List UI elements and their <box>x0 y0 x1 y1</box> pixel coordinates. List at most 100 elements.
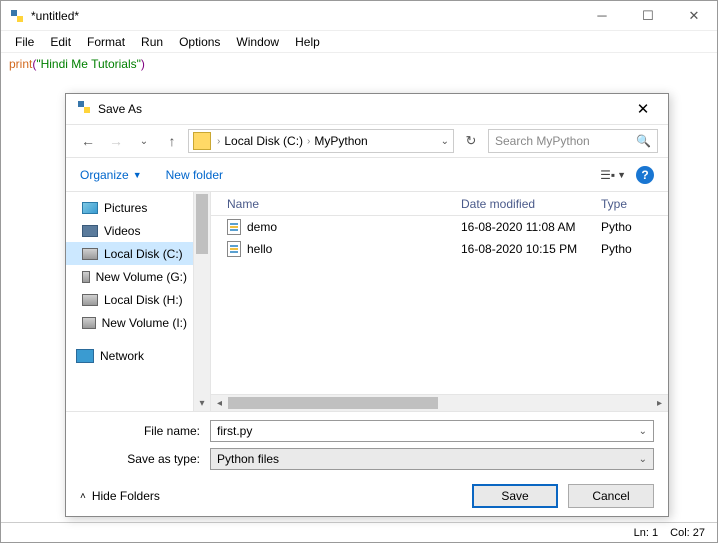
search-placeholder: Search MyPython <box>495 134 590 148</box>
python-icon <box>9 8 25 24</box>
file-type: Pytho <box>601 242 668 256</box>
window-title: *untitled* <box>31 9 579 23</box>
sidebar-scrollbar[interactable]: ▴ ▾ <box>194 192 211 411</box>
sidebar-item-label: Videos <box>104 224 140 238</box>
file-name: demo <box>247 220 277 234</box>
dialog-close-button[interactable]: ✕ <box>628 94 658 124</box>
sidebar-item-network[interactable]: Network <box>66 344 193 367</box>
file-row[interactable]: hello 16-08-2020 10:15 PM Pytho <box>211 238 668 260</box>
python-file-icon <box>227 219 241 235</box>
save-button[interactable]: Save <box>472 484 558 508</box>
horizontal-scrollbar[interactable]: ◂ ▸ <box>211 394 668 411</box>
chevron-up-icon: ˄ <box>80 491 86 502</box>
refresh-button[interactable]: ↻ <box>458 129 484 153</box>
filename-input[interactable]: first.py ⌄ <box>210 420 654 442</box>
search-input[interactable]: Search MyPython 🔍 <box>488 129 658 153</box>
sidebar-item-pictures[interactable]: Pictures <box>66 196 193 219</box>
scroll-right-icon[interactable]: ▸ <box>651 398 668 409</box>
save-type-select[interactable]: Python files ⌄ <box>210 448 654 470</box>
drive-icon <box>82 294 98 306</box>
drive-icon <box>193 132 211 150</box>
filename-value: first.py <box>217 424 252 438</box>
breadcrumb[interactable]: › Local Disk (C:) › MyPython ⌄ <box>188 129 454 153</box>
sidebar-item-label: Local Disk (C:) <box>104 247 183 261</box>
chevron-right-icon: › <box>215 136 222 147</box>
column-headers: Name Date modified Type <box>211 192 668 216</box>
sidebar-item-local-disk-c[interactable]: Local Disk (C:) <box>66 242 193 265</box>
drive-icon <box>82 271 90 283</box>
sidebar-item-local-disk-h[interactable]: Local Disk (H:) <box>66 288 193 311</box>
code-paren-close: ) <box>141 57 145 71</box>
view-options-button[interactable]: ☰▪ ▼ <box>600 168 626 182</box>
menubar: File Edit Format Run Options Window Help <box>1 31 717 53</box>
chevron-down-icon: ▼ <box>617 170 626 180</box>
menu-window[interactable]: Window <box>228 33 287 51</box>
menu-edit[interactable]: Edit <box>42 33 79 51</box>
column-date[interactable]: Date modified <box>461 197 601 211</box>
cancel-button[interactable]: Cancel <box>568 484 654 508</box>
chevron-down-icon[interactable]: ⌄ <box>441 136 449 147</box>
scrollbar-thumb[interactable] <box>196 194 208 254</box>
breadcrumb-folder[interactable]: MyPython <box>314 134 367 148</box>
dialog-body: Pictures Videos Local Disk (C:) New Volu… <box>66 192 668 411</box>
videos-icon <box>82 225 98 237</box>
column-type[interactable]: Type <box>601 197 668 211</box>
code-keyword: print <box>9 57 32 71</box>
scrollbar-thumb[interactable] <box>228 397 438 409</box>
python-file-icon <box>227 241 241 257</box>
chevron-down-icon[interactable]: ⌄ <box>639 426 647 437</box>
file-date: 16-08-2020 10:15 PM <box>461 242 601 256</box>
chevron-down-icon[interactable]: ⌄ <box>639 454 647 465</box>
close-button[interactable]: ✕ <box>671 1 717 31</box>
dialog-toolbar: Organize ▼ New folder ☰▪ ▼ ? <box>66 158 668 192</box>
breadcrumb-drive[interactable]: Local Disk (C:) <box>224 134 303 148</box>
sidebar: Pictures Videos Local Disk (C:) New Volu… <box>66 192 194 411</box>
network-icon <box>76 349 94 363</box>
menu-file[interactable]: File <box>7 33 42 51</box>
recent-dropdown-icon[interactable]: ⌄ <box>132 129 156 153</box>
scroll-down-icon[interactable]: ▾ <box>194 395 210 411</box>
file-list: Name Date modified Type demo 16-08-2020 … <box>211 192 668 411</box>
sidebar-item-new-volume-i[interactable]: New Volume (I:) <box>66 311 193 334</box>
drive-icon <box>82 248 98 260</box>
status-col: Col: 27 <box>670 527 705 539</box>
back-button[interactable]: ← <box>76 129 100 153</box>
sidebar-item-label: New Volume (G:) <box>96 270 187 284</box>
minimize-button[interactable]: ─ <box>579 1 625 31</box>
chevron-down-icon: ▼ <box>133 170 142 180</box>
file-row[interactable]: demo 16-08-2020 11:08 AM Pytho <box>211 216 668 238</box>
code-string: "Hindi Me Tutorials" <box>36 57 141 71</box>
python-icon <box>76 99 92 120</box>
hide-folders-button[interactable]: ˄ Hide Folders <box>80 489 160 503</box>
file-name: hello <box>247 242 272 256</box>
save-type-label: Save as type: <box>80 452 210 466</box>
sidebar-item-label: Pictures <box>104 201 147 215</box>
up-button[interactable]: ↑ <box>160 129 184 153</box>
sidebar-item-videos[interactable]: Videos <box>66 219 193 242</box>
drive-icon <box>82 317 96 329</box>
menu-help[interactable]: Help <box>287 33 328 51</box>
save-type-value: Python files <box>217 452 279 466</box>
column-name[interactable]: Name <box>211 197 461 211</box>
dialog-titlebar: Save As ✕ <box>66 94 668 124</box>
chevron-right-icon: › <box>305 136 312 147</box>
sidebar-item-new-volume-g[interactable]: New Volume (G:) <box>66 265 193 288</box>
organize-button[interactable]: Organize ▼ <box>80 168 142 182</box>
sidebar-item-label: New Volume (I:) <box>102 316 187 330</box>
maximize-button[interactable]: ☐ <box>625 1 671 31</box>
menu-options[interactable]: Options <box>171 33 228 51</box>
statusbar: Ln: 1 Col: 27 <box>1 522 717 542</box>
dialog-title: Save As <box>98 102 628 116</box>
new-folder-button[interactable]: New folder <box>166 168 223 182</box>
forward-button[interactable]: → <box>104 129 128 153</box>
scroll-left-icon[interactable]: ◂ <box>211 398 228 409</box>
save-as-dialog: Save As ✕ ← → ⌄ ↑ › Local Disk (C:) › My… <box>65 93 669 517</box>
code-editor[interactable]: print("Hindi Me Tutorials") <box>1 53 717 76</box>
file-date: 16-08-2020 11:08 AM <box>461 220 601 234</box>
search-icon: 🔍 <box>636 134 651 148</box>
idle-window: *untitled* ─ ☐ ✕ File Edit Format Run Op… <box>0 0 718 543</box>
help-button[interactable]: ? <box>636 166 654 184</box>
status-line: Ln: 1 <box>634 527 658 539</box>
menu-run[interactable]: Run <box>133 33 171 51</box>
menu-format[interactable]: Format <box>79 33 133 51</box>
